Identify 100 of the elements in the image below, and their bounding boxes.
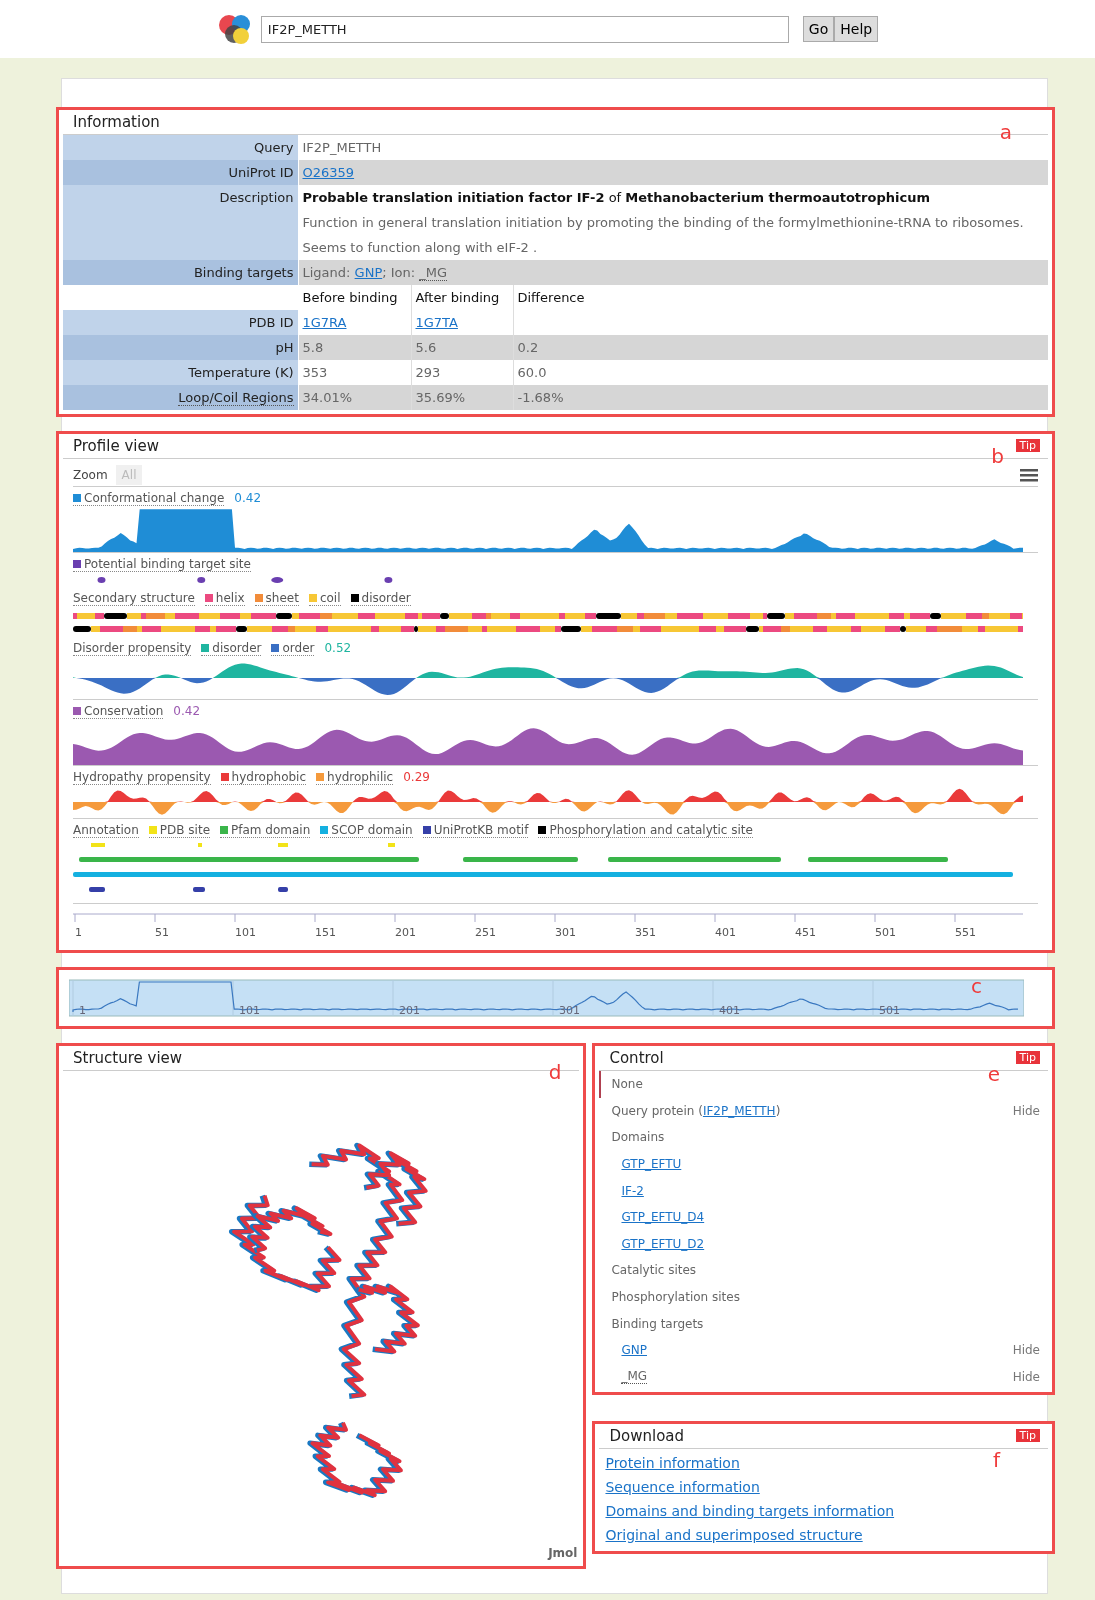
ion-name: _MG xyxy=(419,265,448,281)
axis-label: 551 xyxy=(955,926,976,939)
panel-letter: e xyxy=(987,1062,1000,1086)
control-link[interactable]: GTP_EFTU_D2 xyxy=(621,1236,705,1251)
legend-item[interactable]: Annotation xyxy=(73,822,139,838)
protein-name: Probable translation initiation factor IF-2 of Methanobacterium thermoautotrophicum xyxy=(302,189,931,207)
legend-item[interactable]: hydrophobic xyxy=(220,769,307,785)
table-cell: -1.68% xyxy=(513,385,1048,410)
control-link[interactable]: GTP_EFTU xyxy=(621,1157,682,1172)
download-link[interactable]: Original and superimposed structure xyxy=(605,1527,863,1544)
tip-badge[interactable]: Tip xyxy=(1015,439,1040,452)
legend-item[interactable]: SCOP domain xyxy=(320,822,413,838)
row-label: Temperature (K) xyxy=(63,360,298,385)
hide-button[interactable]: Hide xyxy=(1012,1343,1040,1358)
control-option[interactable]: Query protein ( xyxy=(611,1103,703,1118)
uniprot-link[interactable]: O26359 xyxy=(302,165,355,180)
column-header: Difference xyxy=(513,285,1048,310)
legend-item[interactable]: disorder xyxy=(350,590,411,606)
axis-label: 501 xyxy=(875,926,896,939)
table-cell: 5.6 xyxy=(411,335,513,360)
ligand-label: Ligand: xyxy=(302,265,352,280)
row-label: pH xyxy=(63,335,298,360)
table-cell: 34.01% xyxy=(298,385,411,410)
control-option[interactable]: Phosphorylation sites xyxy=(611,1290,740,1305)
hide-button[interactable]: Hide xyxy=(1012,1103,1040,1118)
legend-item[interactable]: Conservation xyxy=(73,703,164,719)
axis-label: 351 xyxy=(635,926,656,939)
menu-icon[interactable] xyxy=(1020,467,1038,482)
control-option[interactable]: None xyxy=(611,1077,643,1092)
logo-icon[interactable] xyxy=(216,12,253,46)
table-cell: 353 xyxy=(298,360,411,385)
viewer-credit: Jmol xyxy=(548,1546,578,1560)
row-label-hint: Loop/Coil Regions xyxy=(178,390,294,406)
control-link[interactable]: GTP_EFTU_D4 xyxy=(621,1210,705,1225)
legend-item[interactable]: PDB site xyxy=(148,822,210,838)
download-link[interactable]: Sequence information xyxy=(605,1479,760,1496)
row-label: Description xyxy=(63,185,298,260)
pdb-link[interactable]: 1G7RA xyxy=(302,315,347,330)
legend-item[interactable]: sheet xyxy=(254,590,299,606)
axis-label: 201 xyxy=(395,926,416,939)
row-label: UniProt ID xyxy=(63,160,298,185)
legend-item[interactable]: hydrophilic xyxy=(316,769,394,785)
table-cell: 0.2 xyxy=(513,335,1048,360)
track-value: 0.42 xyxy=(234,491,262,505)
control-link[interactable]: GNP xyxy=(621,1343,647,1358)
legend-item[interactable]: helix xyxy=(204,590,245,606)
zoom-label: Zoom xyxy=(73,467,108,482)
row-label: PDB ID xyxy=(63,310,298,335)
axis-label: 101 xyxy=(235,926,256,939)
row-label: Binding targets xyxy=(63,260,298,285)
axis-label: 151 xyxy=(315,926,336,939)
function-text: Function in general translation initiation by promoting the binding of the formylmethionine-tRNA to ribosomes. Seems to function along with eIF-2 . xyxy=(302,214,1025,257)
axis-label: 451 xyxy=(795,926,816,939)
control-link[interactable]: IF-2 xyxy=(621,1183,644,1198)
ion-label: ; Ion: xyxy=(382,265,417,280)
column-header: After binding xyxy=(411,285,513,310)
control-option[interactable]: Domains xyxy=(611,1130,665,1145)
row-label: Query xyxy=(63,135,298,160)
axis-label: 51 xyxy=(155,926,169,939)
legend-item[interactable]: coil xyxy=(308,590,341,606)
track-value: 0.29 xyxy=(403,770,430,784)
search-button[interactable]: Help xyxy=(834,16,879,42)
table-cell: 293 xyxy=(411,360,513,385)
table-cell: 5.8 xyxy=(298,335,411,360)
protein-link[interactable]: IF2P_METTH xyxy=(702,1103,776,1118)
legend-item[interactable]: Pfam domain xyxy=(220,822,311,838)
control-option[interactable]: Binding targets xyxy=(611,1316,704,1331)
ion-name[interactable]: _MG xyxy=(621,1369,648,1385)
axis-label: 251 xyxy=(475,926,496,939)
control-option: ) xyxy=(775,1103,781,1118)
panel-letter: f xyxy=(992,1448,1000,1473)
search-field[interactable]: IF2P_METTH xyxy=(260,15,789,43)
table-cell: 35.69% xyxy=(411,385,513,410)
legend-item[interactable]: order xyxy=(271,640,315,656)
legend-item[interactable]: Conformational change xyxy=(73,490,225,506)
track-value: 0.52 xyxy=(324,641,352,655)
legend-item[interactable]: Phosphorylation and catalytic site xyxy=(538,822,753,838)
axis-label: 1 xyxy=(79,1004,86,1017)
search-button[interactable]: Go xyxy=(802,16,835,42)
axis-label: 401 xyxy=(715,926,736,939)
column-header: Before binding xyxy=(298,285,411,310)
tip-badge[interactable]: Tip xyxy=(1015,1051,1040,1064)
legend-item[interactable]: Disorder propensity xyxy=(73,640,192,656)
download-link[interactable]: Protein information xyxy=(605,1455,740,1472)
download-link[interactable]: Domains and binding targets information xyxy=(605,1503,895,1520)
legend-item[interactable]: Potential binding target site xyxy=(73,556,251,572)
pdb-link[interactable]: 1G7TA xyxy=(415,315,458,330)
control-option[interactable]: Catalytic sites xyxy=(611,1263,697,1278)
panel-letter: b xyxy=(991,444,1004,468)
legend-item[interactable]: disorder xyxy=(201,640,262,656)
tip-badge[interactable]: Tip xyxy=(1015,1429,1040,1443)
panel-letter: c xyxy=(971,974,982,998)
legend-item[interactable]: Secondary structure xyxy=(73,590,195,606)
axis-label: 1 xyxy=(75,926,82,939)
hide-button[interactable]: Hide xyxy=(1012,1369,1040,1384)
table-cell: 60.0 xyxy=(513,360,1048,385)
track-value: 0.42 xyxy=(173,704,201,718)
legend-item[interactable]: Hydropathy propensity xyxy=(73,769,211,785)
legend-item[interactable]: UniProtKB motif xyxy=(422,822,529,838)
axis-label: 301 xyxy=(555,926,576,939)
